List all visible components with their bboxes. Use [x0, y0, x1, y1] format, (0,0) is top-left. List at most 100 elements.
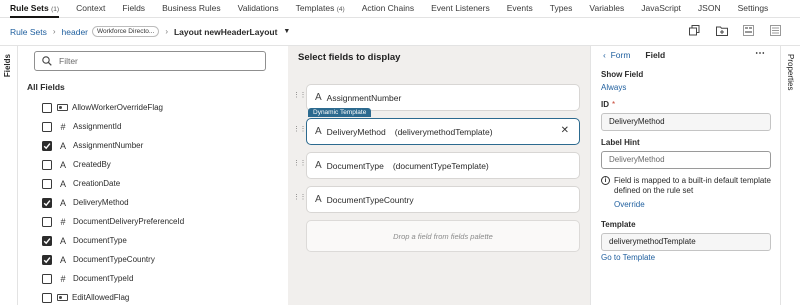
- checkbox-unchecked[interactable]: [42, 159, 52, 170]
- field-item[interactable]: EditAllowedFlag: [42, 288, 272, 305]
- add-folder-icon[interactable]: [715, 24, 728, 37]
- chevron-right-icon: ›: [165, 27, 168, 36]
- tab-settings[interactable]: Settings: [738, 0, 769, 18]
- text-type-icon: A: [59, 235, 66, 246]
- checkbox-checked[interactable]: [42, 254, 52, 265]
- layout-list-icon[interactable]: [769, 24, 782, 37]
- breadcrumb-header[interactable]: header: [62, 27, 88, 37]
- field-item[interactable]: AllowWorkerOverrideFlag: [42, 98, 272, 117]
- filter-input[interactable]: [59, 56, 259, 66]
- checkbox-checked[interactable]: [42, 140, 52, 151]
- field-item[interactable]: A DeliveryMethod: [42, 193, 272, 212]
- text-type-icon: A: [59, 140, 66, 151]
- field-item[interactable]: A DocumentType: [42, 231, 272, 250]
- tab-action-chains[interactable]: Action Chains: [362, 0, 414, 18]
- tab-label: Templates: [295, 2, 335, 13]
- field-item-label: CreatedBy: [73, 160, 111, 169]
- back-to-form-link[interactable]: ‹ Form: [603, 50, 630, 60]
- go-to-template-link[interactable]: Go to Template: [601, 253, 655, 262]
- filter-box[interactable]: [34, 51, 266, 71]
- text-type-icon: A: [59, 159, 66, 170]
- field-item[interactable]: # AssignmentId: [42, 117, 272, 136]
- field-item[interactable]: A AssignmentNumber: [42, 136, 272, 155]
- drag-handle-icon[interactable]: ⋮⋮: [293, 160, 307, 167]
- tab-rule-sets[interactable]: Rule Sets (1): [10, 0, 60, 18]
- slot-field-name: DocumentType: [326, 160, 384, 171]
- layout-slot-document-type[interactable]: A DocumentType (documentTypeTemplate): [306, 152, 580, 179]
- slot-field-name: DocumentTypeCountry: [326, 194, 414, 205]
- field-item[interactable]: A DocumentTypeCountry: [42, 250, 272, 269]
- checkbox-unchecked[interactable]: [42, 121, 52, 132]
- close-icon[interactable]: ✕: [561, 125, 569, 136]
- drag-handle-icon[interactable]: ⋮⋮: [293, 92, 307, 99]
- text-type-icon: A: [59, 197, 66, 208]
- chevron-right-icon: ›: [52, 27, 56, 36]
- layout-slot-delivery-method[interactable]: A DeliveryMethod (deliverymethodTemplate…: [306, 118, 580, 145]
- tab-variables[interactable]: Variables: [589, 0, 624, 18]
- field-item-label: DocumentType: [73, 236, 127, 245]
- field-item-label: DocumentDeliveryPreferenceId: [73, 217, 185, 226]
- override-link[interactable]: Override: [614, 200, 645, 209]
- breadcrumb: Rule Sets › header Workforce Directo... …: [0, 18, 800, 46]
- checkbox-checked[interactable]: [42, 235, 52, 246]
- slot-field-name: DeliveryMethod: [326, 126, 386, 137]
- required-marker: *: [612, 100, 616, 109]
- text-type-icon: A: [315, 92, 322, 103]
- layout-name: Layout newHeaderLayout: [173, 26, 278, 37]
- tab-validations[interactable]: Validations: [238, 0, 279, 18]
- canvas-title: Select fields to display: [298, 52, 401, 63]
- boolean-type-icon: [57, 294, 68, 301]
- tab-templates[interactable]: Templates (4): [296, 0, 345, 18]
- drag-handle-icon[interactable]: ⋮⋮: [293, 194, 307, 201]
- drop-zone[interactable]: Drop a field from fields palette: [306, 220, 580, 252]
- label-hint-input[interactable]: DeliveryMethod: [601, 151, 771, 169]
- copy-icon[interactable]: [688, 24, 701, 37]
- number-type-icon: #: [60, 121, 66, 132]
- id-label: ID *: [601, 100, 615, 109]
- field-item-label: AssignmentId: [73, 122, 122, 131]
- slot-template-name: (documentTypeTemplate): [392, 160, 489, 171]
- checkbox-unchecked[interactable]: [42, 102, 52, 113]
- tab-json[interactable]: JSON: [698, 0, 721, 18]
- checkbox-unchecked[interactable]: [42, 292, 52, 303]
- checkbox-checked[interactable]: [42, 197, 52, 208]
- template-field[interactable]: deliverymethodTemplate: [601, 233, 771, 251]
- tab-fields[interactable]: Fields: [122, 0, 145, 18]
- checkbox-unchecked[interactable]: [42, 273, 52, 284]
- layout-slot-assignment-number[interactable]: A AssignmentNumber: [306, 84, 580, 111]
- field-item[interactable]: # DocumentDeliveryPreferenceId: [42, 212, 272, 231]
- tab-types[interactable]: Types: [550, 0, 573, 18]
- show-field-value-link[interactable]: Always: [601, 83, 626, 92]
- slot-field-name: AssignmentNumber: [326, 92, 402, 103]
- field-item-label: DocumentTypeId: [73, 274, 134, 283]
- properties-header: ‹ Form Field: [603, 50, 665, 60]
- field-item[interactable]: A CreationDate: [42, 174, 272, 193]
- tab-context[interactable]: Context: [76, 0, 105, 18]
- slot-template-name: (deliverymethodTemplate): [394, 126, 493, 137]
- field-item-label: AllowWorkerOverrideFlag: [72, 103, 163, 112]
- text-type-icon: A: [59, 178, 66, 189]
- fields-palette: All Fields AllowWorkerOverrideFlag # Assig…: [18, 46, 301, 305]
- breadcrumb-rule-sets[interactable]: Rule Sets: [10, 27, 47, 37]
- text-type-icon: A: [59, 254, 66, 265]
- checkbox-unchecked[interactable]: [42, 216, 52, 227]
- checkbox-unchecked[interactable]: [42, 178, 52, 189]
- tab-event-listeners[interactable]: Event Listeners: [431, 0, 490, 18]
- tab-events[interactable]: Events: [507, 0, 533, 18]
- id-field[interactable]: DeliveryMethod: [601, 113, 771, 131]
- text-type-icon: A: [315, 126, 322, 137]
- drag-handle-icon[interactable]: ⋮⋮: [293, 126, 307, 133]
- number-type-icon: #: [60, 273, 66, 284]
- tab-javascript[interactable]: JavaScript: [641, 0, 681, 18]
- field-item[interactable]: # DocumentTypeId: [42, 269, 272, 288]
- properties-panel: ‹ Form Field ⋯ Show Field Always ID * Del…: [590, 46, 780, 305]
- layout-grid-icon[interactable]: [742, 24, 755, 37]
- properties-side-tab[interactable]: Properties: [780, 46, 800, 305]
- caret-down-icon[interactable]: ▼: [283, 28, 290, 35]
- field-item[interactable]: A CreatedBy: [42, 155, 272, 174]
- layout-slot-document-type-country[interactable]: A DocumentTypeCountry: [306, 186, 580, 213]
- fields-side-tab[interactable]: Fields: [0, 46, 18, 305]
- top-tab-bar: Rule Sets (1) Context Fields Business Ru…: [0, 0, 800, 18]
- tab-business-rules[interactable]: Business Rules: [162, 0, 221, 18]
- more-options-icon[interactable]: ⋯: [755, 48, 765, 59]
